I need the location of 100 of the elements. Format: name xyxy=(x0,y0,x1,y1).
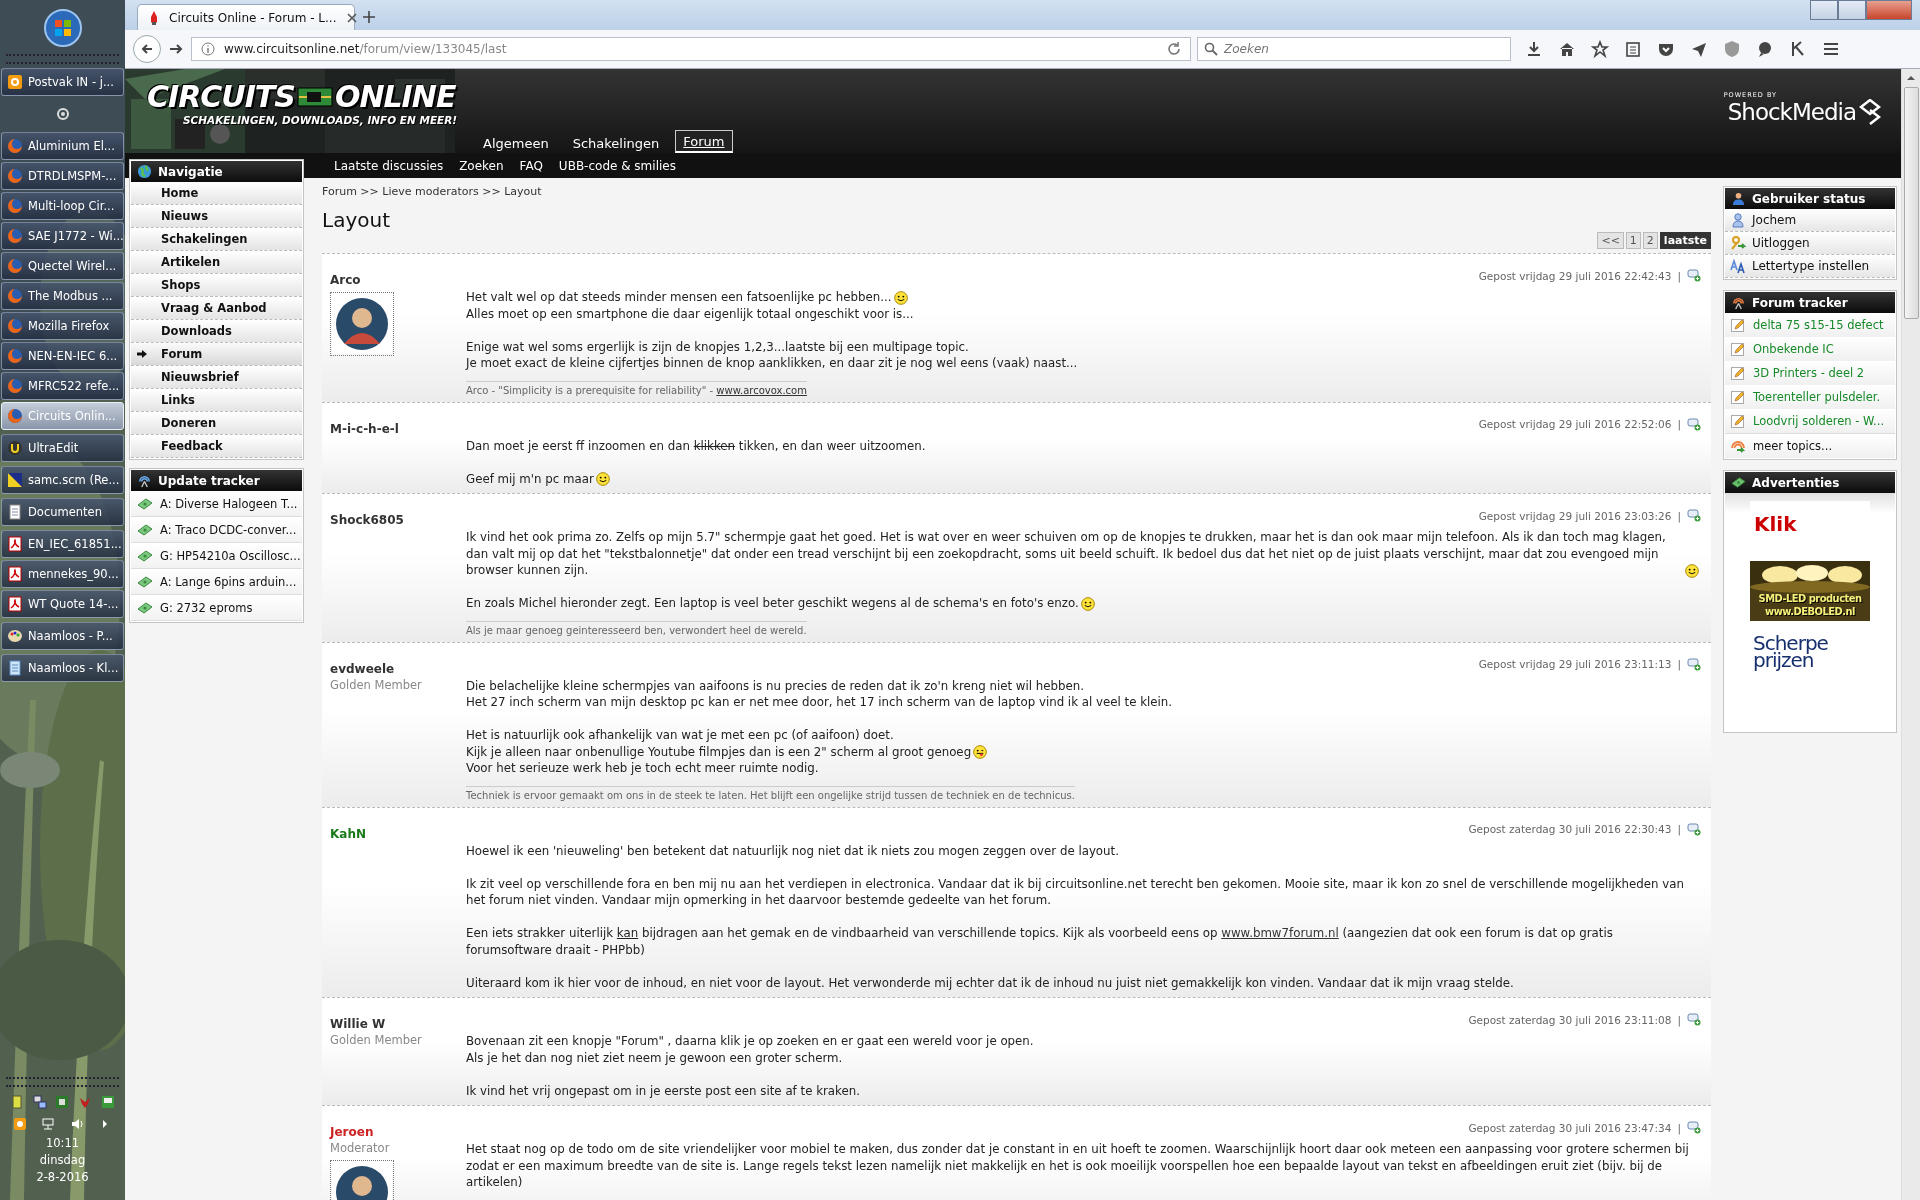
post-text: Ik zit veel op verschillende fora en ben mij nu aan het verdiepen in electronica. Vandaar dat ik bij circuitsonline.net terecht ben gekomen. Mooie site, maar ik kon zo snel de verschillende mogelijkheden van het forum niet vinden. Vandaar mijn opmerking in het daarvoor bestemde gedeelte van het forum. xyxy=(466,875,1685,909)
nav-item[interactable]: Doneren xyxy=(131,412,302,435)
page-link[interactable]: 1 xyxy=(1625,232,1641,249)
menu-item[interactable]: Jochem xyxy=(1725,209,1895,232)
sponsor-logo-text: ShockMedia xyxy=(1727,99,1856,125)
menu-icon[interactable] xyxy=(1822,40,1840,58)
menu-item[interactable]: Uitloggen xyxy=(1725,232,1895,255)
username[interactable]: M-i-c-h-e-l xyxy=(330,421,466,436)
scrollbar-thumb[interactable] xyxy=(1903,87,1919,319)
quote-icon[interactable] xyxy=(1687,269,1701,282)
page-link[interactable]: laatste xyxy=(1659,232,1711,249)
diamond-logo-icon xyxy=(1859,99,1881,125)
panel-title: Gebruiker status xyxy=(1752,191,1866,206)
minimize-button[interactable] xyxy=(1810,0,1838,20)
send-icon[interactable] xyxy=(1690,40,1708,58)
nav-item[interactable]: Links xyxy=(131,389,302,412)
nav-item[interactable]: Nieuws xyxy=(131,205,302,228)
post-text: Een iets strakker uiterlijk kan bijdragen aan het gemak en de vindbaarheid van verschillende topics. Kijk als voorbeeld eens op www.bmw7forum.nl (aangezien dat ook een forum is dat op gratis forumsoftware draait - PHPbb) xyxy=(466,925,1614,958)
quote-icon[interactable] xyxy=(1687,417,1701,431)
smiley-icon xyxy=(595,472,610,486)
quote-icon[interactable] xyxy=(1687,657,1701,671)
nav-item[interactable]: Downloads xyxy=(131,320,302,343)
username[interactable]: Arco xyxy=(330,273,466,287)
nav-item[interactable]: Shops xyxy=(131,274,302,297)
back-button[interactable] xyxy=(133,35,161,63)
post-text: Het 27 inch scherm van mijn desktop pc kan er net mee door, het 17 inch scherm van de laptop vind ik al veel te klein. xyxy=(466,694,1172,711)
username[interactable]: Shock6805 xyxy=(330,513,466,527)
smiley-icon xyxy=(1080,596,1095,611)
post-date: Gepost vrijdag 29 juli 2016 23:11:13 xyxy=(1478,658,1672,670)
search-field[interactable]: Zoeken xyxy=(1197,37,1511,61)
logo-text: CIRCUITS xyxy=(147,79,295,114)
address-field[interactable]: www.circuitsonline.net/forum/view/133045/last xyxy=(191,37,1191,61)
ad-logo-text[interactable]: prijzen xyxy=(1753,652,1873,669)
separator: | xyxy=(1677,269,1681,282)
breadcrumb[interactable]: Forum >> Lieve moderators >> Layout xyxy=(322,185,1711,198)
nav-item[interactable]: Artikelen xyxy=(131,251,302,274)
link[interactable]: www.arcovox.com xyxy=(716,384,807,396)
user-rank: Moderator xyxy=(330,1141,391,1155)
scroll-up-icon[interactable] xyxy=(1906,73,1916,83)
antenna-icon xyxy=(1731,295,1746,310)
maximize-button[interactable] xyxy=(1838,0,1866,20)
download-icon[interactable] xyxy=(1525,40,1543,58)
ad-text[interactable]: www.DEBOLED.nl xyxy=(1765,605,1855,618)
nav-item[interactable]: Home xyxy=(131,182,302,205)
page-link[interactable]: << xyxy=(1597,232,1624,249)
font-icon xyxy=(1730,258,1746,274)
banknote-icon xyxy=(1731,475,1746,490)
link[interactable]: www.bmw7forum.nl xyxy=(1221,926,1339,940)
keys-icon xyxy=(1730,235,1746,251)
new-tab-icon[interactable] xyxy=(361,9,377,25)
post-text: En zoals Michel hieronder zegt. Een laptop is veel beter geschikt wegens al de schema's en foto's enzo. xyxy=(466,595,1079,612)
more-link[interactable]: meer topics... xyxy=(1725,433,1895,458)
quote-icon[interactable] xyxy=(1687,1121,1701,1134)
subnav-link[interactable]: Zoeken xyxy=(459,158,504,173)
post-date: Gepost vrijdag 29 juli 2016 22:42:43 xyxy=(1478,269,1672,282)
reload-icon[interactable] xyxy=(1166,41,1182,57)
nav-item[interactable]: Feedback xyxy=(131,435,302,458)
quote-icon[interactable] xyxy=(1687,1013,1701,1026)
separator: | xyxy=(1677,823,1681,835)
menu-item[interactable]: Lettertype instellen xyxy=(1725,255,1895,278)
shield-icon[interactable] xyxy=(1723,40,1741,58)
post-text: Als je het dan nog niet ziet neem je gewoon een groter scherm. xyxy=(466,1049,843,1066)
separator: | xyxy=(1677,509,1681,522)
signature: Arco - "Simplicity is a prerequisite for reliability" - www.arcovox.com xyxy=(466,384,807,396)
subnav-link[interactable]: FAQ xyxy=(519,158,543,173)
username[interactable]: evdweele xyxy=(330,661,466,676)
post-text: Die belachelijke kleine schermpjes van aaifoons is nu precies de reden dat ik zo'n kreng niet wil hebben. xyxy=(466,677,1084,694)
post-text: Voor het serieuze werk heb je toch echt meer ruimte nodig. xyxy=(466,760,819,777)
post-text: Alles moet op een smartphone die daar eigenlijk totaal ongeschikt voor is... xyxy=(466,305,914,322)
post-text: Bovenaan zit een knopje "Forum" , daarna klik je op zoeken en er gaat een wereld voor je open. xyxy=(466,1033,1034,1050)
panel-title: Advertenties xyxy=(1752,475,1840,490)
nav-tab[interactable]: Algemeen xyxy=(475,132,557,153)
nav-item[interactable]: Forum xyxy=(131,343,302,366)
subnav-link[interactable]: Laatste discussies xyxy=(334,158,444,173)
nav-tab[interactable]: Schakelingen xyxy=(564,132,668,153)
quote-icon[interactable] xyxy=(1687,822,1701,836)
pencil-note-icon xyxy=(1730,365,1746,381)
username[interactable]: Willie W xyxy=(330,1017,466,1031)
info-icon[interactable] xyxy=(200,41,216,57)
feed-arrow-icon xyxy=(1730,438,1746,454)
post-date: Gepost vrijdag 29 juli 2016 22:52:06 xyxy=(1478,418,1672,430)
nav-item[interactable]: Schakelingen xyxy=(131,228,302,251)
nav-tab[interactable]: Forum xyxy=(675,130,733,153)
separator: | xyxy=(1677,1121,1681,1134)
user-rank: Golden Member xyxy=(330,1033,423,1047)
nav-item[interactable]: Nieuwsbrief xyxy=(131,366,302,389)
ad-logo-text[interactable]: Scherpe xyxy=(1753,635,1873,652)
ad-text[interactable]: SMD-LED producten xyxy=(1758,592,1862,605)
subnav-link[interactable]: UBB-code & smilies xyxy=(558,158,676,173)
browser-tab[interactable]: Circuits Online - Forum - L... xyxy=(137,4,355,30)
username[interactable]: KahN xyxy=(330,826,466,841)
clipboard-icon[interactable] xyxy=(1624,40,1642,58)
home-icon[interactable] xyxy=(1558,40,1576,58)
quote-icon[interactable] xyxy=(1687,509,1701,522)
nav-item[interactable]: Vraag & Aanbod xyxy=(131,297,302,320)
globe-icon xyxy=(137,164,152,179)
username[interactable]: Jeroen xyxy=(330,1125,466,1139)
page-link[interactable]: 2 xyxy=(1642,232,1658,249)
star-icon[interactable] xyxy=(1591,40,1609,58)
chat-icon[interactable] xyxy=(1756,40,1774,58)
